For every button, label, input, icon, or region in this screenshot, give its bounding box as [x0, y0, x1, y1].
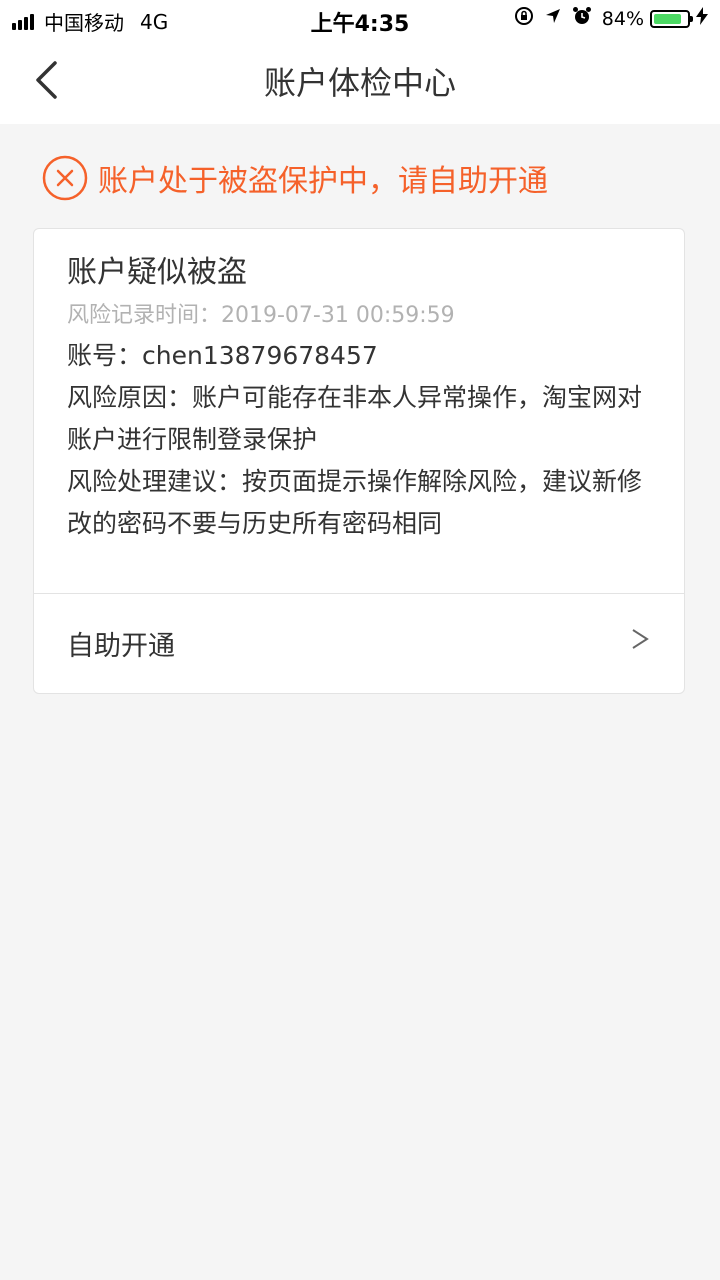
risk-suggestion: 风险处理建议：按页面提示操作解除风险，建议新修改的密码不要与历史所有密码相同 — [67, 467, 643, 538]
nav-bar: 账户体检中心 — [0, 40, 720, 124]
status-right: 84% — [504, 6, 708, 31]
status-bar: 中国移动 4G 上午4:35 84% — [0, 0, 720, 40]
page-title: 账户体检中心 — [263, 64, 456, 102]
account-line: 账号：chen13879678457 — [67, 341, 378, 370]
alarm-icon — [572, 6, 592, 31]
circle-x-icon — [42, 155, 88, 201]
card-body: 账号：chen13879678457 风险原因：账户可能存在非本人异常操作，淘宝… — [67, 335, 657, 545]
self-service-unlock-label: 自助开通 — [67, 631, 175, 662]
card-title: 账户疑似被盗 — [67, 255, 247, 290]
battery-percent: 84% — [601, 7, 644, 30]
chevron-right-icon — [632, 629, 649, 649]
rotation-lock-icon — [514, 6, 534, 31]
warning-text: 账户处于被盗保护中，请自助开通 — [98, 164, 548, 199]
self-service-unlock-row[interactable]: 自助开通 — [34, 594, 684, 694]
charging-icon — [696, 7, 708, 30]
risk-time: 风险记录时间：2019-07-31 00:59:59 — [67, 303, 455, 328]
battery-icon — [650, 9, 693, 28]
risk-card: 账户疑似被盗 风险记录时间：2019-07-31 00:59:59 账号：che… — [33, 228, 685, 694]
risk-reason: 风险原因：账户可能存在非本人异常操作，淘宝网对账户进行限制登录保护 — [67, 383, 643, 454]
location-icon — [544, 7, 562, 30]
warning-banner: 账户处于被盗保护中，请自助开通 — [42, 154, 548, 202]
